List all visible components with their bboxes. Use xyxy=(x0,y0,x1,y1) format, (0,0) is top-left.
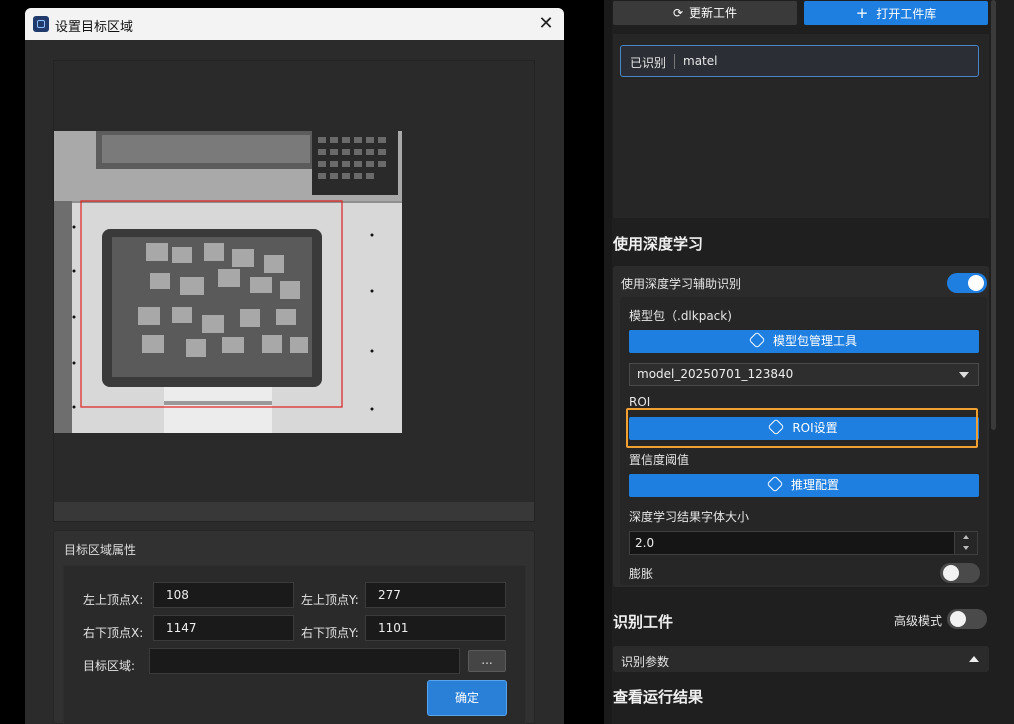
camera-image-graphic xyxy=(54,131,402,433)
panel-left-strip xyxy=(604,0,612,724)
model-tool-button[interactable]: 模型包管理工具 xyxy=(629,330,979,353)
toggle-knob xyxy=(968,275,984,291)
toggle-knob xyxy=(943,565,959,581)
top-left-x-label: 左上顶点X: xyxy=(83,593,144,607)
browse-button[interactable]: ... xyxy=(468,650,506,672)
chevron-up-icon xyxy=(969,656,979,662)
plus-icon: + xyxy=(855,4,869,22)
bottom-right-x-field[interactable]: 1147 xyxy=(153,615,294,641)
image-view[interactable] xyxy=(53,60,535,522)
set-target-region-dialog: 设置目标区域 ✕ 目标区域属性 左上顶点X: 108 左上顶点Y: 277 右下… xyxy=(25,8,564,724)
close-icon[interactable]: ✕ xyxy=(534,12,558,36)
roi-button-highlight xyxy=(626,408,978,448)
model-select-value: model_20250701_123840 xyxy=(637,367,794,381)
toggle-knob xyxy=(950,611,966,627)
chevron-down-icon xyxy=(959,372,969,378)
roi-label: ROI xyxy=(629,395,651,409)
advanced-mode-label: 高级模式 xyxy=(894,614,943,628)
app-icon xyxy=(33,16,49,32)
ok-button[interactable]: 确定 xyxy=(427,680,507,716)
dialog-titlebar: 设置目标区域 ✕ xyxy=(25,8,564,40)
recognized-separator xyxy=(674,54,675,69)
recognized-key: 已识别 xyxy=(630,56,667,70)
model-select[interactable]: model_20250701_123840 xyxy=(629,363,979,386)
use-dl-toggle[interactable] xyxy=(947,273,987,293)
use-dl-label: 使用深度学习辅助识别 xyxy=(621,277,742,291)
inference-config-button[interactable]: 推理配置 xyxy=(629,474,979,497)
spin-down-icon[interactable] xyxy=(963,546,969,550)
font-size-spinbox[interactable]: 2.0 xyxy=(629,531,978,555)
dilate-label: 膨胀 xyxy=(629,567,654,581)
bottom-right-x-label: 右下顶点X: xyxy=(83,626,144,640)
confidence-label: 置信度阈值 xyxy=(629,453,690,467)
recognize-section-title: 识别工件 xyxy=(613,613,674,631)
settings-hex-icon xyxy=(766,475,784,493)
right-panel: ⟳ 更新工件 + 打开工件库 已识别 matel 使用深度学习 使用深度学习辅助识别… xyxy=(604,0,1014,724)
open-library-button[interactable]: + 打开工件库 xyxy=(804,1,988,25)
advanced-mode-toggle[interactable] xyxy=(947,609,987,629)
open-library-label: 打开工件库 xyxy=(876,7,937,21)
recognized-value: matel xyxy=(683,54,718,68)
font-size-value: 2.0 xyxy=(635,536,655,550)
target-region-properties: 目标区域属性 左上顶点X: 108 左上顶点Y: 277 右下顶点X: 1147… xyxy=(53,530,535,724)
refresh-label: 更新工件 xyxy=(689,6,738,20)
bottom-right-y-field[interactable]: 1101 xyxy=(365,615,506,641)
dialog-title: 设置目标区域 xyxy=(55,20,134,35)
recognize-params-label: 识别参数 xyxy=(621,655,670,669)
spin-arrows[interactable] xyxy=(954,532,977,554)
refresh-icon: ⟳ xyxy=(672,6,684,20)
recognize-params-header[interactable]: 识别参数 xyxy=(613,646,989,672)
spin-up-icon[interactable] xyxy=(963,535,969,539)
recognized-item[interactable]: 已识别 matel xyxy=(620,45,979,77)
props-title: 目标区域属性 xyxy=(64,543,137,557)
panel-scrollbar[interactable] xyxy=(991,0,996,430)
image-status-strip xyxy=(54,502,534,521)
top-left-y-label: 左上顶点Y: xyxy=(301,593,359,607)
settings-hex-icon xyxy=(748,331,766,349)
inference-config-label: 推理配置 xyxy=(790,478,839,492)
image-canvas[interactable] xyxy=(54,61,534,502)
target-region-label: 目标区域: xyxy=(83,659,136,673)
top-left-y-field[interactable]: 277 xyxy=(365,582,506,608)
props-box: 左上顶点X: 108 左上顶点Y: 277 右下顶点X: 1147 右下顶点Y:… xyxy=(63,565,526,724)
target-region-field[interactable] xyxy=(149,648,460,674)
results-section-title: 查看运行结果 xyxy=(613,688,704,706)
deep-learning-section-title: 使用深度学习 xyxy=(613,235,704,253)
refresh-workpiece-button[interactable]: ⟳ 更新工件 xyxy=(613,1,797,25)
dilate-toggle[interactable] xyxy=(940,563,980,583)
font-size-label: 深度学习结果字体大小 xyxy=(629,510,750,524)
camera-image[interactable] xyxy=(54,131,402,433)
bottom-right-y-label: 右下顶点Y: xyxy=(301,626,359,640)
model-pack-label: 模型包（.dlkpack) xyxy=(629,309,732,323)
top-left-x-field[interactable]: 108 xyxy=(153,582,294,608)
screen: 设置目标区域 ✕ 目标区域属性 左上顶点X: 108 左上顶点Y: 277 右下… xyxy=(0,0,1014,724)
model-tool-label: 模型包管理工具 xyxy=(772,334,857,348)
